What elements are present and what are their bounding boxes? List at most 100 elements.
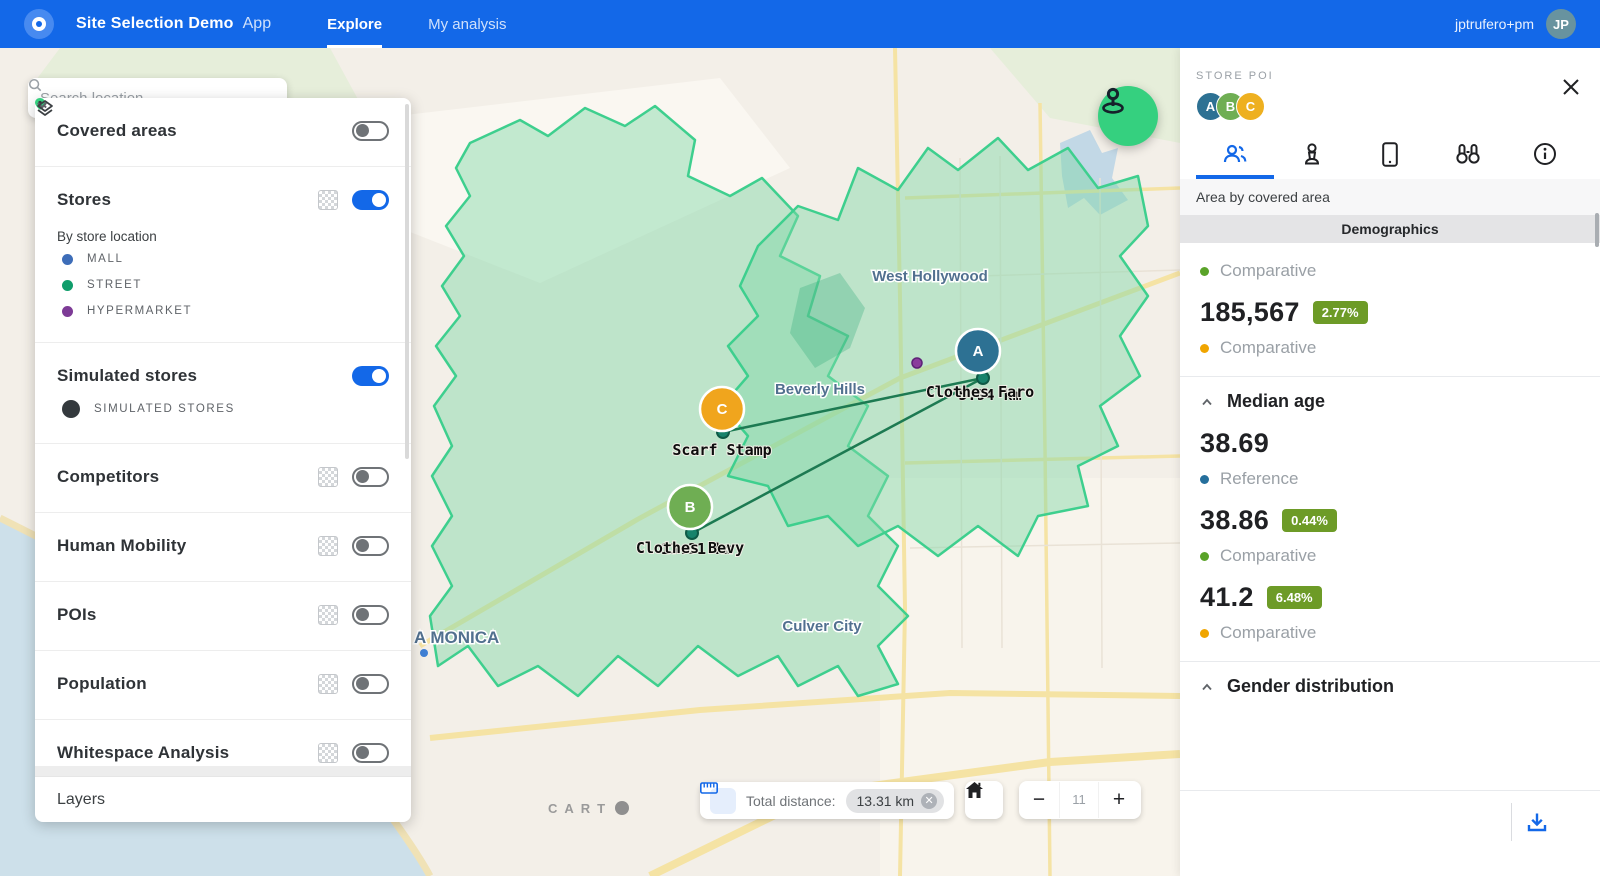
layer-section-competitors: Competitors: [35, 444, 411, 513]
total-distance-label: Total distance:: [746, 793, 836, 809]
hypermarket-dot: [62, 306, 73, 317]
app-title: Site Selection Demo: [76, 15, 234, 33]
smartphone-icon: [1382, 142, 1398, 167]
map-canvas[interactable]: West Hollywood Beverly Hills Culver City…: [0, 48, 1180, 876]
layers-panel: Covered areas Stores By store location M…: [35, 98, 411, 822]
zoom-in-button[interactable]: +: [1099, 781, 1139, 819]
layer-title-simulated-stores[interactable]: Simulated stores: [57, 366, 338, 386]
layer-section-human-mobility: Human Mobility: [35, 513, 411, 582]
nav-tab-explore[interactable]: Explore: [327, 0, 382, 48]
demographics-section-title: Demographics: [1341, 221, 1438, 237]
toggle-covered-areas[interactable]: [352, 121, 389, 141]
svg-text:C: C: [717, 401, 728, 418]
clear-distance-icon[interactable]: ✕: [921, 793, 937, 809]
tab-mobility[interactable]: [1351, 133, 1429, 179]
carto-attribution-dot: [615, 801, 629, 815]
opacity-swatch-stores[interactable]: [318, 190, 338, 210]
store-chips: A B C: [1196, 92, 1584, 121]
store-chip-c[interactable]: C: [1236, 92, 1265, 121]
nav-tab-my-analysis[interactable]: My analysis: [428, 0, 506, 48]
top-navigation: Explore My analysis: [327, 0, 506, 48]
layer-title-pois[interactable]: POIs: [57, 605, 304, 625]
username-label: jptrufero+pm: [1455, 16, 1534, 32]
hypermarket-store-dot[interactable]: [912, 358, 922, 368]
median-age-comp1-badge: 0.44%: [1282, 509, 1337, 532]
blue-dot: [1200, 475, 1209, 484]
tab-pois[interactable]: [1429, 133, 1507, 179]
layer-title-human-mobility[interactable]: Human Mobility: [57, 536, 304, 556]
tab-demographics[interactable]: [1196, 133, 1274, 179]
toggle-human-mobility[interactable]: [352, 536, 389, 556]
legend-item-mall: MALL: [35, 246, 411, 272]
toggle-whitespace[interactable]: [352, 743, 389, 763]
demographics-content: Comparative 185,567 2.77% Comparative Me…: [1180, 243, 1600, 697]
green-dot: [1200, 552, 1209, 561]
panel-gap: [35, 766, 411, 776]
toggle-population[interactable]: [352, 674, 389, 694]
opacity-swatch-pois[interactable]: [318, 605, 338, 625]
toggle-stores[interactable]: [352, 190, 389, 210]
layer-title-population[interactable]: Population: [57, 674, 304, 694]
ruler-icon: [710, 788, 736, 814]
details-tabs: [1180, 133, 1600, 179]
city-label-santa-monica: A MONICA: [414, 628, 499, 647]
home-button[interactable]: [965, 781, 1003, 819]
population-comparative-green: Comparative: [1200, 261, 1580, 281]
layer-section-pois: POIs: [35, 582, 411, 651]
avatar[interactable]: JP: [1546, 9, 1576, 39]
layer-title-stores[interactable]: Stores: [57, 190, 304, 210]
pawn-icon: [1302, 142, 1322, 166]
store-label-b: Clothes Bevy: [636, 539, 744, 557]
area-selector[interactable]: Area by covered area: [1180, 179, 1600, 215]
layer-section-covered-areas: Covered areas: [35, 98, 411, 167]
city-point-santa-monica: [420, 649, 428, 657]
median-age-comp1-value: 38.86: [1200, 505, 1269, 536]
median-age-header[interactable]: Median age: [1200, 391, 1580, 412]
median-age-comp2-label: Comparative: [1200, 623, 1580, 643]
svg-text:A: A: [973, 343, 984, 360]
stores-legend-title: By store location: [35, 217, 411, 246]
layer-title-whitespace[interactable]: Whitespace Analysis: [57, 743, 304, 763]
people-icon: [1222, 143, 1248, 165]
median-age-reference-value: 38.69: [1200, 428, 1269, 459]
layer-section-simulated-stores: Simulated stores SIMULATED STORES: [35, 343, 411, 444]
layer-title-covered-areas[interactable]: Covered areas: [57, 121, 338, 141]
demographics-section-bar[interactable]: Demographics: [1180, 215, 1600, 243]
toggle-simulated-stores[interactable]: [352, 366, 389, 386]
add-location-fab[interactable]: [1098, 86, 1158, 146]
population-comparative-orange: Comparative: [1200, 338, 1580, 358]
orange-dot: [1200, 629, 1209, 638]
app-subtitle: App: [243, 15, 271, 33]
layer-section-stores: Stores By store location MALL STREET HYP…: [35, 167, 411, 343]
layers-footer-label: Layers: [57, 791, 389, 809]
tab-info[interactable]: [1506, 133, 1584, 179]
details-scrollbar[interactable]: [1595, 213, 1599, 247]
median-age-comp2-value: 41.2: [1200, 582, 1254, 613]
carto-attribution: CART: [548, 801, 612, 816]
close-icon[interactable]: [1560, 76, 1582, 98]
median-age-reference-row: 38.69: [1200, 428, 1580, 459]
toggle-pois[interactable]: [352, 605, 389, 625]
median-age-reference-label: Reference: [1200, 469, 1580, 489]
panel-eyebrow: STORE POI: [1196, 70, 1584, 82]
toggle-competitors[interactable]: [352, 467, 389, 487]
opacity-swatch-human-mobility[interactable]: [318, 536, 338, 556]
orange-dot: [1200, 344, 1209, 353]
mall-dot: [62, 254, 73, 265]
gender-distribution-header[interactable]: Gender distribution: [1200, 676, 1580, 697]
opacity-swatch-whitespace[interactable]: [318, 743, 338, 763]
home-icon: [965, 781, 984, 799]
total-distance-value: 13.31 km: [857, 793, 915, 809]
median-age-comp1-label: Comparative: [1200, 546, 1580, 566]
tab-competition[interactable]: [1274, 133, 1352, 179]
zoom-out-button[interactable]: −: [1019, 781, 1059, 819]
opacity-swatch-population[interactable]: [318, 674, 338, 694]
layers-footer[interactable]: Layers: [35, 776, 411, 822]
layers-icon: [35, 98, 55, 118]
download-button[interactable]: [1522, 807, 1552, 837]
app-logo-icon[interactable]: [24, 9, 54, 39]
opacity-swatch-competitors[interactable]: [318, 467, 338, 487]
street-dot: [62, 280, 73, 291]
panel-scrollbar[interactable]: [405, 104, 409, 459]
layer-title-competitors[interactable]: Competitors: [57, 467, 304, 487]
